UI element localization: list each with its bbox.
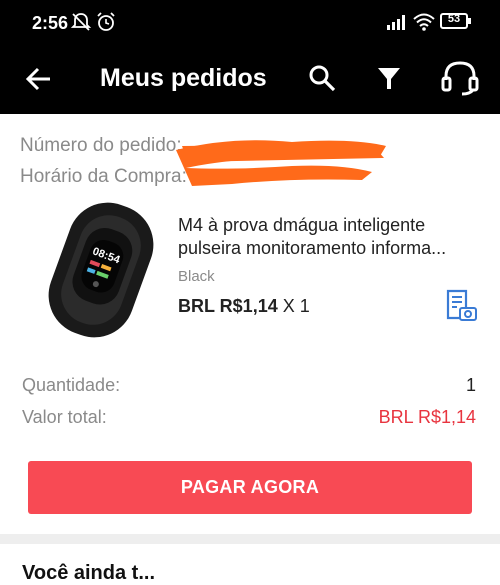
order-number-label: Número do pedido: bbox=[20, 135, 182, 156]
product-image: 08:54 bbox=[48, 202, 154, 338]
filter-icon[interactable] bbox=[375, 65, 403, 93]
product-price-line: BRL R$1,14 X 1 bbox=[178, 296, 310, 317]
search-icon[interactable] bbox=[307, 63, 337, 93]
product-title-line2: pulseira monitoramento informa... bbox=[178, 238, 447, 258]
battery-level: 53 bbox=[447, 13, 461, 25]
redaction-scribble bbox=[176, 140, 386, 186]
quantity-label: Quantidade: bbox=[22, 375, 121, 395]
battery-tip bbox=[468, 18, 471, 24]
back-arrow-icon[interactable] bbox=[24, 64, 54, 94]
wifi-icon bbox=[413, 13, 435, 31]
total-value: BRL R$1,14 bbox=[378, 407, 476, 427]
total-label: Valor total: bbox=[22, 407, 107, 427]
status-time: 2:56 bbox=[32, 13, 69, 33]
product-price: BRL R$1,14 bbox=[178, 296, 278, 316]
pay-now-button[interactable]: PAGAR AGORA bbox=[28, 461, 472, 514]
product-title[interactable]: M4 à prova dmágua inteligente pulseira m… bbox=[178, 214, 478, 260]
alarm-icon bbox=[97, 12, 115, 31]
page-title: Meus pedidos bbox=[100, 64, 267, 92]
product-title-line1: M4 à prova dmágua inteligente bbox=[178, 215, 426, 235]
headset-icon[interactable] bbox=[440, 60, 480, 96]
purchase-time-label: Horário da Compra: bbox=[20, 166, 187, 187]
next-section-title: Você ainda t... bbox=[22, 562, 155, 584]
status-bar: 2:56 53 bbox=[0, 0, 500, 44]
quantity-value: 1 bbox=[465, 375, 476, 395]
product-quantity: X 1 bbox=[277, 296, 310, 316]
app-bar: Meus pedidos bbox=[0, 44, 500, 114]
notifications-off-icon bbox=[70, 13, 92, 31]
product-variant: Black bbox=[178, 268, 215, 285]
battery-icon: 53 bbox=[440, 13, 468, 29]
invoice-icon[interactable] bbox=[444, 288, 478, 322]
signal-icon bbox=[387, 15, 405, 30]
section-divider bbox=[0, 534, 500, 544]
